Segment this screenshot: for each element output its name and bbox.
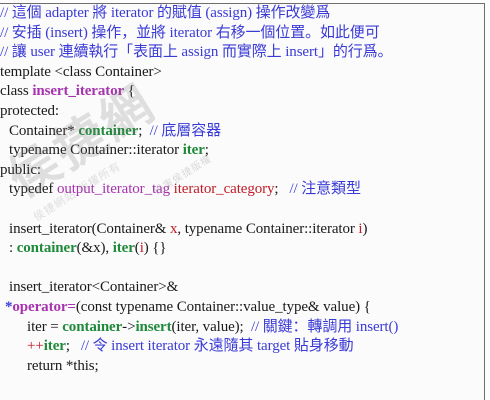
comment-line: // 安插 (insert) 操作，並將 iterator 右移一個位置。如此便… bbox=[0, 24, 380, 41]
code-text: iter = bbox=[27, 318, 63, 335]
code-text: : bbox=[9, 240, 17, 257]
comment: // 關鍵：轉調用 insert() bbox=[250, 318, 399, 335]
comment: // 底層容器 bbox=[149, 122, 221, 139]
operator-token: ++ bbox=[27, 338, 44, 355]
statement-line: ++iter; // 令 insert iterator 永遠隨其 target… bbox=[0, 337, 484, 357]
return-type: insert_iterator<Container>& bbox=[9, 279, 179, 296]
comment: // 令 insert iterator 永遠隨其 target 貼身移動 bbox=[80, 338, 354, 355]
operator-name: operator= bbox=[12, 298, 76, 315]
code-text: , typename Container::iterator bbox=[177, 220, 359, 237]
type: Container* bbox=[9, 122, 79, 139]
type-name: output_iterator_tag bbox=[56, 181, 171, 198]
type: typename Container::iterator bbox=[9, 142, 183, 159]
operator-signature: *operator=(const typename Container::val… bbox=[0, 298, 484, 318]
punct: ; bbox=[204, 142, 209, 159]
method-name: insert bbox=[135, 318, 172, 335]
member-name: iter bbox=[112, 240, 135, 257]
comment-line: // 這個 adapter 將 iterator 的賦值 (assign) 操作… bbox=[0, 5, 331, 21]
punct: ; bbox=[138, 122, 150, 139]
member-name: container bbox=[78, 122, 139, 139]
punct: ; bbox=[274, 181, 290, 198]
code-text: (const typename Container::value_type& v… bbox=[75, 298, 371, 315]
constructor-signature: insert_iterator(Container& x, typename C… bbox=[0, 220, 484, 240]
code-text: (iter, value); bbox=[171, 318, 251, 335]
access-specifier: protected: bbox=[0, 102, 59, 119]
template-declaration: template <class Container> bbox=[0, 63, 162, 80]
code-text: ) bbox=[362, 220, 368, 237]
member-name: iter bbox=[43, 338, 66, 355]
class-name: insert_iterator bbox=[32, 83, 125, 100]
initializer-list: : container(&x), iter(i) {} bbox=[0, 239, 484, 259]
code-text: ) {} bbox=[143, 240, 167, 257]
member-name: container bbox=[16, 240, 77, 257]
member-name: iter bbox=[182, 142, 205, 159]
statement-line: iter = container->insert(iter, value); /… bbox=[0, 318, 484, 338]
keyword: class bbox=[0, 83, 33, 100]
member-name: container bbox=[62, 318, 123, 335]
member-declaration: Container* container; // 底層容器 bbox=[0, 122, 484, 142]
code-text: insert_iterator(Container& bbox=[9, 220, 170, 237]
typedef-line: typedef output_iterator_tag iterator_cat… bbox=[0, 180, 484, 200]
code-listing: // 這個 adapter 將 iterator 的賦值 (assign) 操作… bbox=[0, 3, 485, 400]
typedef-name: iterator_category bbox=[173, 181, 275, 198]
class-declaration: class insert_iterator { bbox=[0, 82, 484, 102]
comment-line: // 讓 user 連續執行「表面上 assign 而實際上 insert」的行… bbox=[0, 44, 393, 61]
code-text: -> bbox=[122, 318, 136, 335]
punct: ; bbox=[65, 338, 81, 355]
brace: { bbox=[124, 83, 135, 100]
code-text: (&x), bbox=[76, 240, 113, 257]
keyword: typedef bbox=[9, 181, 57, 198]
access-specifier: public: bbox=[0, 161, 41, 178]
book-page: // 這個 adapter 將 iterator 的賦值 (assign) 操作… bbox=[0, 0, 490, 400]
comment: // 注意類型 bbox=[289, 181, 361, 198]
member-declaration: typename Container::iterator iter; bbox=[0, 141, 484, 161]
statement-line: return *this; bbox=[27, 357, 99, 374]
